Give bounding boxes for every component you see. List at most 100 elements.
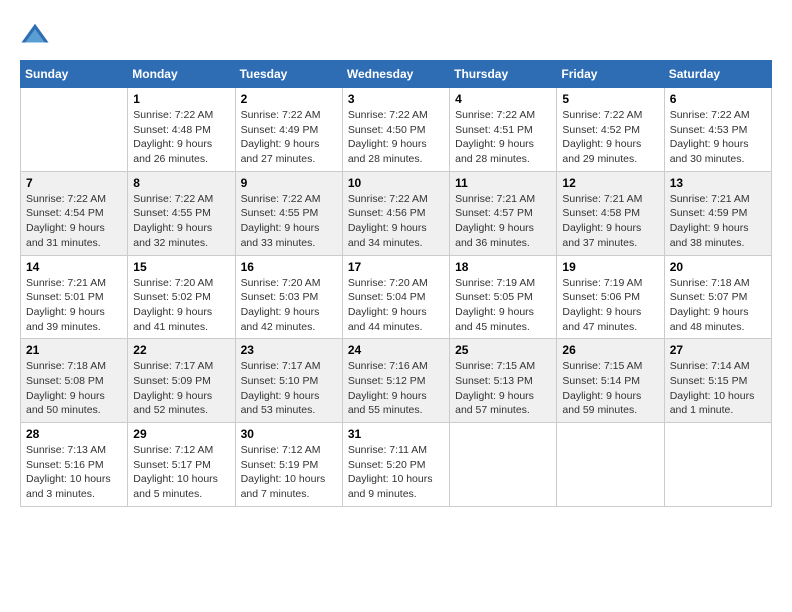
day-cell: 1Sunrise: 7:22 AM Sunset: 4:48 PM Daylig… [128,88,235,172]
day-info: Sunrise: 7:20 AM Sunset: 5:02 PM Dayligh… [133,276,229,335]
day-number: 18 [455,260,551,274]
day-info: Sunrise: 7:12 AM Sunset: 5:19 PM Dayligh… [241,443,337,502]
day-cell: 26 Sunrise: 7:15 AM Sunset: 5:14 PM Dayli… [557,339,664,423]
day-number: 10 [348,176,444,190]
day-number: 7 [26,176,122,190]
day-number: 17 [348,260,444,274]
day-cell [557,423,664,507]
weekday-header-thursday: Thursday [450,61,557,88]
day-cell: 27 Sunrise: 7:14 AM Sunset: 5:15 PM Dayli… [664,339,771,423]
day-info: Sunrise: 7:15 AM Sunset: 5:14 PM Dayligh… [562,359,658,418]
day-number: 4 [455,92,551,106]
weekday-header-row: SundayMondayTuesdayWednesdayThursdayFrid… [21,61,772,88]
day-info: Sunrise: 7:22 AM Sunset: 4:53 PM Dayligh… [670,108,766,167]
day-info: Sunrise: 7:22 AM Sunset: 4:51 PM Dayligh… [455,108,551,167]
day-cell [664,423,771,507]
day-info: Sunrise: 7:19 AM Sunset: 5:05 PM Dayligh… [455,276,551,335]
week-row-2: 7 Sunrise: 7:22 AM Sunset: 4:54 PM Daylig… [21,171,772,255]
day-cell: 4 Sunrise: 7:22 AM Sunset: 4:51 PM Daylig… [450,88,557,172]
day-info: Sunrise: 7:20 AM Sunset: 5:04 PM Dayligh… [348,276,444,335]
day-number: 9 [241,176,337,190]
day-info: Sunrise: 7:18 AM Sunset: 5:08 PM Dayligh… [26,359,122,418]
day-number: 13 [670,176,766,190]
day-number: 26 [562,343,658,357]
day-cell: 28Sunrise: 7:13 AM Sunset: 5:16 PM Dayli… [21,423,128,507]
weekday-header-sunday: Sunday [21,61,128,88]
day-number: 11 [455,176,551,190]
day-number: 22 [133,343,229,357]
weekday-header-friday: Friday [557,61,664,88]
day-info: Sunrise: 7:16 AM Sunset: 5:12 PM Dayligh… [348,359,444,418]
day-cell: 31Sunrise: 7:11 AM Sunset: 5:20 PM Dayli… [342,423,449,507]
day-number: 15 [133,260,229,274]
day-cell: 18 Sunrise: 7:19 AM Sunset: 5:05 PM Dayli… [450,255,557,339]
day-number: 20 [670,260,766,274]
day-number: 30 [241,427,337,441]
day-cell: 12Sunrise: 7:21 AM Sunset: 4:58 PM Dayli… [557,171,664,255]
day-info: Sunrise: 7:20 AM Sunset: 5:03 PM Dayligh… [241,276,337,335]
day-info: Sunrise: 7:17 AM Sunset: 5:10 PM Dayligh… [241,359,337,418]
day-info: Sunrise: 7:22 AM Sunset: 4:54 PM Dayligh… [26,192,122,251]
day-info: Sunrise: 7:21 AM Sunset: 4:57 PM Dayligh… [455,192,551,251]
week-row-4: 21 Sunrise: 7:18 AM Sunset: 5:08 PM Dayli… [21,339,772,423]
day-info: Sunrise: 7:18 AM Sunset: 5:07 PM Dayligh… [670,276,766,335]
day-number: 2 [241,92,337,106]
day-number: 23 [241,343,337,357]
day-cell: 9 Sunrise: 7:22 AM Sunset: 4:55 PM Daylig… [235,171,342,255]
weekday-header-monday: Monday [128,61,235,88]
weekday-header-saturday: Saturday [664,61,771,88]
day-number: 5 [562,92,658,106]
weekday-header-wednesday: Wednesday [342,61,449,88]
day-number: 16 [241,260,337,274]
day-cell [450,423,557,507]
day-info: Sunrise: 7:21 AM Sunset: 4:58 PM Dayligh… [562,192,658,251]
day-number: 24 [348,343,444,357]
day-info: Sunrise: 7:21 AM Sunset: 4:59 PM Dayligh… [670,192,766,251]
day-cell: 15 Sunrise: 7:20 AM Sunset: 5:02 PM Dayli… [128,255,235,339]
day-cell: 30 Sunrise: 7:12 AM Sunset: 5:19 PM Dayli… [235,423,342,507]
day-info: Sunrise: 7:22 AM Sunset: 4:49 PM Dayligh… [241,108,337,167]
day-number: 27 [670,343,766,357]
day-info: Sunrise: 7:17 AM Sunset: 5:09 PM Dayligh… [133,359,229,418]
day-number: 14 [26,260,122,274]
day-number: 19 [562,260,658,274]
header [20,20,772,50]
day-info: Sunrise: 7:22 AM Sunset: 4:55 PM Dayligh… [241,192,337,251]
day-info: Sunrise: 7:14 AM Sunset: 5:15 PM Dayligh… [670,359,766,418]
calendar: SundayMondayTuesdayWednesdayThursdayFrid… [20,60,772,507]
day-cell: 11 Sunrise: 7:21 AM Sunset: 4:57 PM Dayli… [450,171,557,255]
day-number: 25 [455,343,551,357]
day-info: Sunrise: 7:21 AM Sunset: 5:01 PM Dayligh… [26,276,122,335]
logo-icon [20,20,50,50]
week-row-3: 14 Sunrise: 7:21 AM Sunset: 5:01 PM Dayli… [21,255,772,339]
day-number: 21 [26,343,122,357]
day-cell: 16 Sunrise: 7:20 AM Sunset: 5:03 PM Dayli… [235,255,342,339]
day-number: 31 [348,427,444,441]
day-cell: 8Sunrise: 7:22 AM Sunset: 4:55 PM Daylig… [128,171,235,255]
day-cell: 14 Sunrise: 7:21 AM Sunset: 5:01 PM Dayli… [21,255,128,339]
week-row-1: 1Sunrise: 7:22 AM Sunset: 4:48 PM Daylig… [21,88,772,172]
day-cell: 23 Sunrise: 7:17 AM Sunset: 5:10 PM Dayli… [235,339,342,423]
day-info: Sunrise: 7:22 AM Sunset: 4:50 PM Dayligh… [348,108,444,167]
day-number: 1 [133,92,229,106]
day-info: Sunrise: 7:22 AM Sunset: 4:56 PM Dayligh… [348,192,444,251]
day-cell: 5 Sunrise: 7:22 AM Sunset: 4:52 PM Daylig… [557,88,664,172]
day-info: Sunrise: 7:13 AM Sunset: 5:16 PM Dayligh… [26,443,122,502]
day-cell: 24 Sunrise: 7:16 AM Sunset: 5:12 PM Dayli… [342,339,449,423]
day-cell: 10 Sunrise: 7:22 AM Sunset: 4:56 PM Dayli… [342,171,449,255]
day-number: 8 [133,176,229,190]
day-info: Sunrise: 7:19 AM Sunset: 5:06 PM Dayligh… [562,276,658,335]
day-cell: 13 Sunrise: 7:21 AM Sunset: 4:59 PM Dayli… [664,171,771,255]
weekday-header-tuesday: Tuesday [235,61,342,88]
day-cell: 3 Sunrise: 7:22 AM Sunset: 4:50 PM Daylig… [342,88,449,172]
day-cell: 25Sunrise: 7:15 AM Sunset: 5:13 PM Dayli… [450,339,557,423]
day-cell: 29Sunrise: 7:12 AM Sunset: 5:17 PM Dayli… [128,423,235,507]
logo [20,20,54,50]
day-cell: 17 Sunrise: 7:20 AM Sunset: 5:04 PM Dayli… [342,255,449,339]
day-number: 3 [348,92,444,106]
day-cell: 21 Sunrise: 7:18 AM Sunset: 5:08 PM Dayli… [21,339,128,423]
day-info: Sunrise: 7:22 AM Sunset: 4:52 PM Dayligh… [562,108,658,167]
day-cell: 7 Sunrise: 7:22 AM Sunset: 4:54 PM Daylig… [21,171,128,255]
day-cell: 19 Sunrise: 7:19 AM Sunset: 5:06 PM Dayli… [557,255,664,339]
day-number: 6 [670,92,766,106]
